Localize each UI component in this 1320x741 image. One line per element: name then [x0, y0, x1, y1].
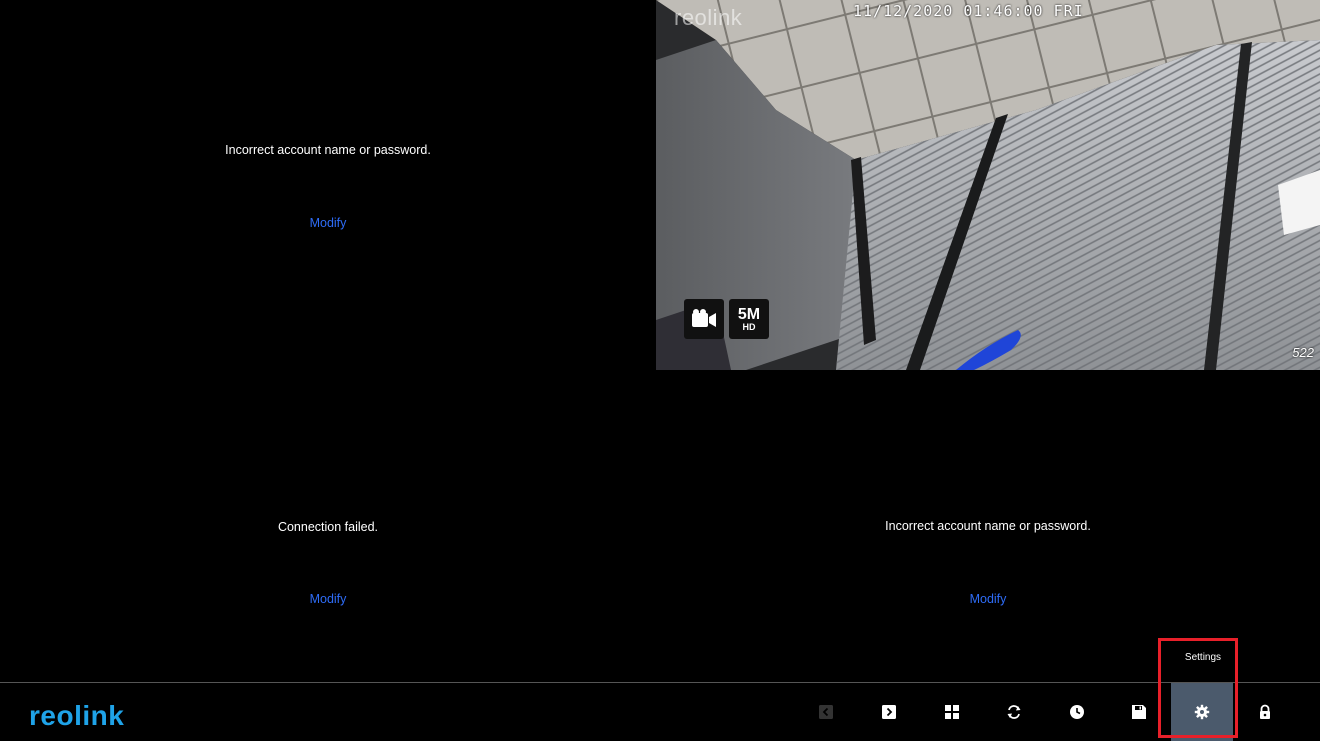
settings-tooltip: Settings	[1184, 652, 1222, 663]
camera-grid: Incorrect account name or password. Modi…	[0, 0, 1320, 682]
layout-button[interactable]	[921, 683, 983, 741]
modify-link[interactable]: Modify	[0, 216, 656, 230]
previous-page-button[interactable]	[795, 683, 857, 741]
chevron-right-icon	[882, 705, 896, 719]
timestamp-overlay: 11/12/2020 01:46:00 FRI	[853, 2, 1084, 20]
resolution-value: 5M	[737, 305, 761, 323]
video-camera-icon	[692, 309, 716, 327]
camera-tile-3[interactable]: Connection failed. Modify	[0, 370, 656, 682]
save-button[interactable]	[1108, 683, 1170, 741]
gear-icon	[1194, 704, 1210, 720]
settings-button[interactable]	[1171, 683, 1233, 741]
refresh-icon	[1007, 705, 1021, 719]
camera-tile-4[interactable]: Incorrect account name or password. Modi…	[656, 370, 1320, 682]
chevron-left-icon	[819, 705, 833, 719]
bottom-toolbar: reolink	[0, 682, 1320, 741]
error-message: Connection failed.	[277, 520, 379, 534]
resolution-sub: HD	[742, 321, 756, 332]
next-page-button[interactable]	[858, 683, 920, 741]
error-message: Incorrect account name or password.	[225, 143, 431, 157]
save-icon	[1132, 705, 1146, 719]
recording-badge	[684, 299, 724, 339]
camera-label: 522	[1292, 345, 1314, 360]
modify-link[interactable]: Modify	[0, 592, 656, 606]
refresh-button[interactable]	[983, 683, 1045, 741]
lock-icon	[1260, 704, 1270, 719]
lock-button[interactable]	[1234, 683, 1296, 741]
error-message: Incorrect account name or password.	[885, 519, 1091, 533]
modify-link[interactable]: Modify	[656, 592, 1320, 606]
watermark-logo: reolink	[674, 5, 743, 30]
playback-button[interactable]	[1046, 683, 1108, 741]
reolink-logo: reolink	[29, 700, 125, 731]
clock-icon	[1070, 705, 1084, 719]
camera-tile-1[interactable]: Incorrect account name or password. Modi…	[0, 0, 656, 370]
camera-tile-2[interactable]: reolink 11/12/2020 01:46:00 FRI 522 5M H…	[656, 0, 1320, 370]
grid-layout-icon	[945, 705, 959, 719]
resolution-badge: 5M HD	[729, 299, 769, 339]
